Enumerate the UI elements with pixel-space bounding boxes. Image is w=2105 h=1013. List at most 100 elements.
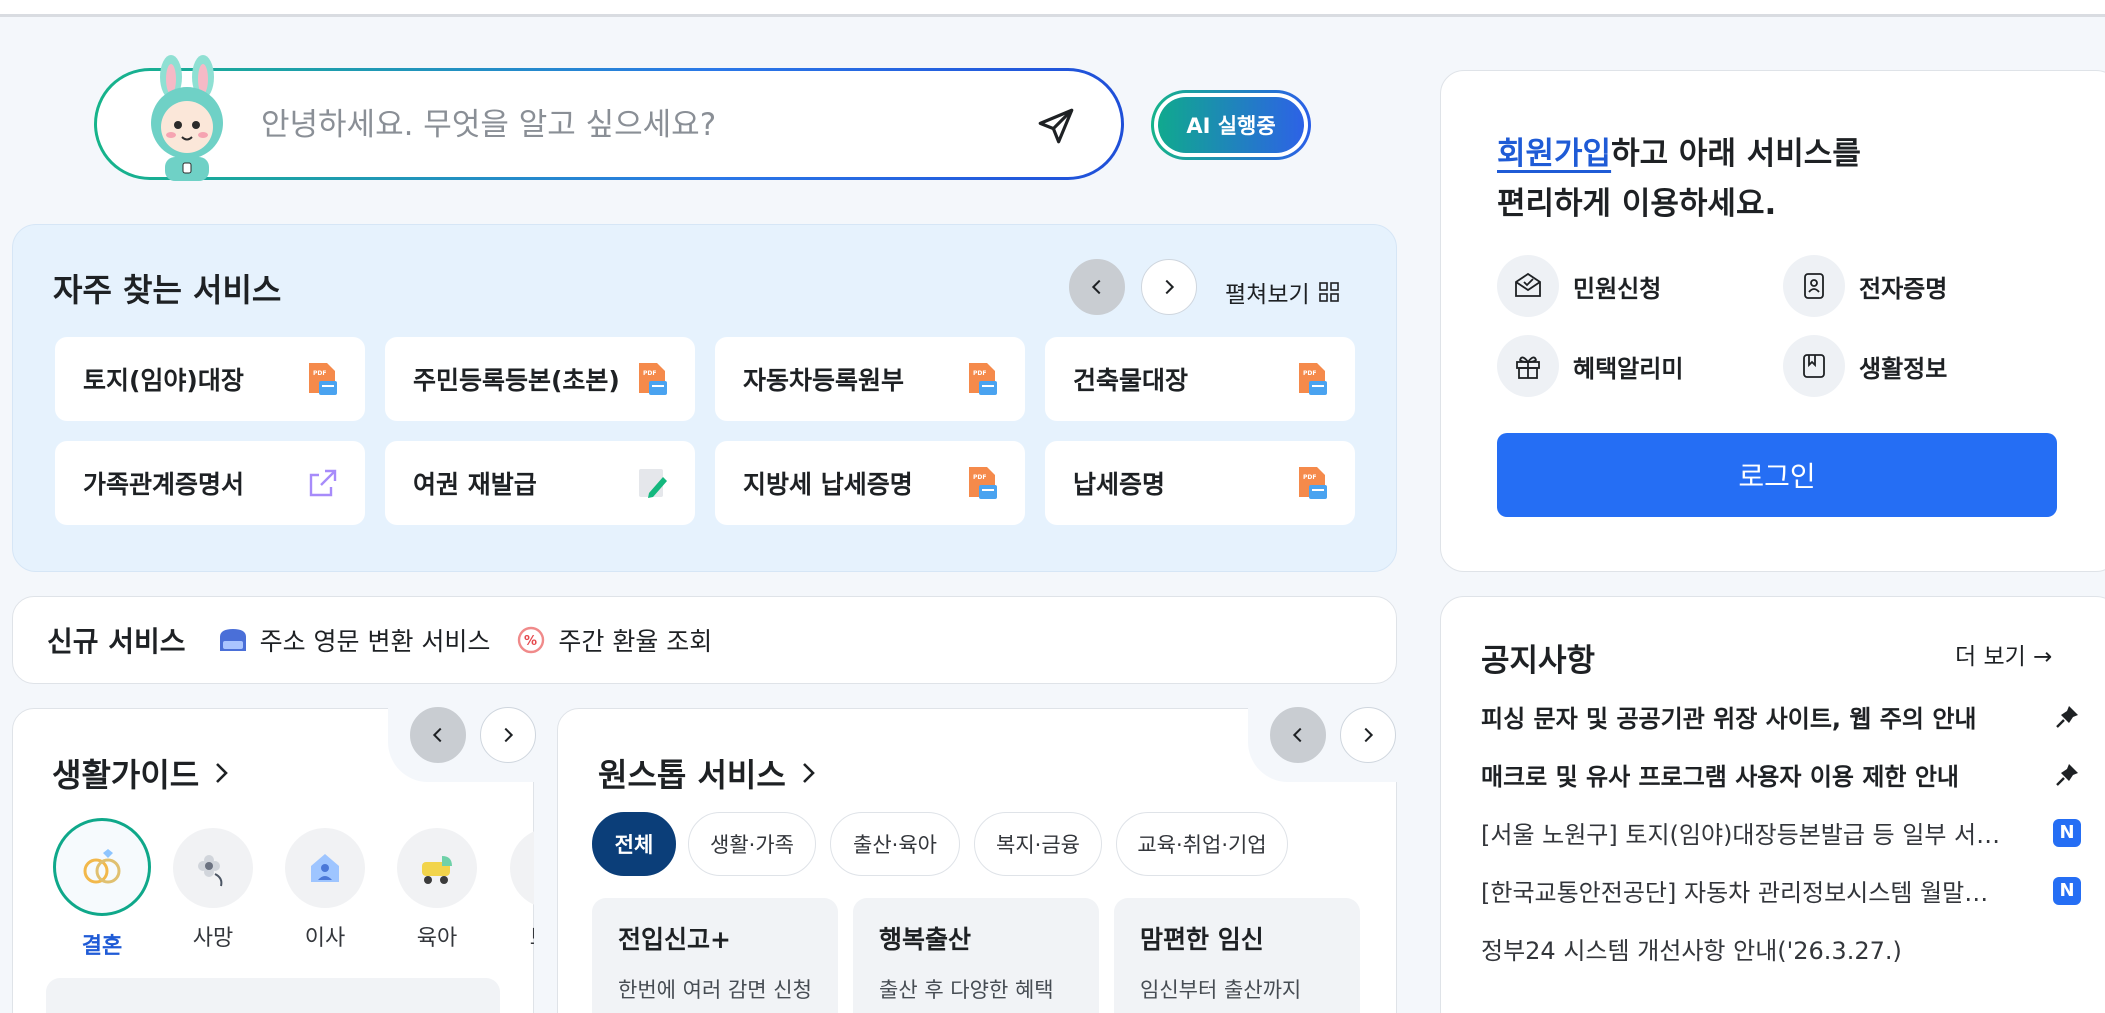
frequent-services-title: 자주 찾는 서비스	[53, 271, 282, 309]
service-card[interactable]: 지방세 납세증명 PDF	[715, 441, 1025, 525]
quick-life-info[interactable]: 생활정보	[1783, 335, 1947, 397]
stroller-icon	[422, 856, 452, 884]
quick-label: 전자증명	[1859, 274, 1948, 303]
house-icon	[311, 854, 339, 882]
new-service-item[interactable]: 주소 영문 변환 서비스	[216, 622, 490, 658]
one-stop-next-button[interactable]	[1340, 707, 1396, 763]
service-label: 자동차등록원부	[743, 366, 905, 395]
category-clip: 보건	[500, 828, 534, 948]
chip-welfare-finance[interactable]: 복지·금융	[974, 812, 1102, 876]
category-childcare[interactable]: 육아	[387, 828, 487, 952]
service-card[interactable]: 여권 재발급	[385, 441, 695, 525]
new-badge: N	[2053, 876, 2081, 905]
pin-icon	[2056, 705, 2078, 728]
service-card[interactable]: 가족관계증명서	[55, 441, 365, 525]
pdf-icon: PDF	[309, 363, 337, 395]
quick-label: 혜택알리미	[1573, 354, 1684, 383]
new-badge: N	[2053, 818, 2081, 847]
chip-life-family[interactable]: 생활·가족	[688, 812, 816, 876]
membership-message: 회원가입하고 아래 서비스를 편리하게 이용하세요.	[1497, 129, 1861, 229]
mail-check-icon	[1515, 272, 1541, 297]
notice-item[interactable]: 정부24 시스템 개선사항 안내('26.3.27.)	[1481, 931, 2081, 966]
category-death[interactable]: 사망	[163, 828, 263, 952]
send-icon[interactable]	[1035, 105, 1077, 147]
search-input[interactable]	[261, 97, 1001, 153]
chip-education-job[interactable]: 교육·취업·기업	[1116, 812, 1288, 876]
quick-benefit-alert[interactable]: 혜택알리미	[1497, 335, 1683, 397]
notice-item[interactable]: 매크로 및 유사 프로그램 사용자 이용 제한 안내	[1481, 757, 2081, 792]
one-stop-prev-button[interactable]	[1270, 707, 1326, 763]
search-box	[94, 55, 1124, 181]
login-button[interactable]: 로그인	[1497, 433, 2057, 517]
next-button[interactable]	[1141, 259, 1197, 315]
service-card[interactable]: 납세증명 PDF	[1045, 441, 1355, 525]
svg-text:PDF: PDF	[1303, 370, 1316, 377]
ai-running-button[interactable]: AI 실행중	[1151, 90, 1311, 160]
edit-document-icon	[639, 469, 667, 498]
prev-button[interactable]	[1069, 259, 1125, 315]
flower-icon	[198, 855, 223, 887]
svg-text:PDF: PDF	[313, 370, 326, 377]
category-label: 보건	[500, 920, 534, 948]
service-card[interactable]: 주민등록등본(초본) PDF	[385, 337, 695, 421]
new-service-label: 주간 환율 조회	[558, 627, 713, 656]
chip-birth-childcare[interactable]: 출산·육아	[830, 812, 960, 876]
one-stop-card[interactable]: 맘편한 임신 임신부터 출산까지	[1114, 898, 1360, 1013]
svg-text:PDF: PDF	[1303, 474, 1316, 481]
pdf-icon: PDF	[1299, 363, 1327, 395]
notice-text: [서울 노원구] 토지(임야)대장등본발급 등 일부 서…	[1481, 821, 2001, 849]
external-link-icon	[309, 469, 337, 497]
category-health[interactable]: 보건	[500, 828, 534, 948]
notice-item[interactable]: [한국교통안전공단] 자동차 관리정보시스템 월말… N	[1481, 873, 2081, 908]
quick-circle	[1497, 335, 1559, 397]
pdf-icon: PDF	[969, 467, 997, 499]
chip-all[interactable]: 전체	[592, 812, 676, 876]
life-guide-title[interactable]: 생활가이드	[52, 750, 233, 796]
quick-civil-petition[interactable]: 민원신청	[1497, 255, 1661, 317]
service-label: 주민등록등본(초본)	[413, 366, 620, 395]
top-divider	[0, 14, 2105, 17]
notice-text: 매크로 및 유사 프로그램 사용자 이용 제한 안내	[1481, 763, 1960, 791]
notice-item[interactable]: [서울 노원구] 토지(임야)대장등본발급 등 일부 서… N	[1481, 815, 2081, 850]
service-card[interactable]: 자동차등록원부 PDF	[715, 337, 1025, 421]
signup-link[interactable]: 회원가입	[1497, 136, 1611, 172]
mailbox-icon	[219, 629, 246, 651]
quick-label: 생활정보	[1859, 354, 1948, 383]
membership-line2: 편리하게 이용하세요.	[1497, 186, 1777, 222]
one-stop-title[interactable]: 원스톱 서비스	[598, 750, 820, 796]
ai-button-label: AI 실행중	[1158, 97, 1304, 153]
frequent-services-panel: 자주 찾는 서비스 펼쳐보기 토지(임야)대장 PDF 주민등록등본(초본) P…	[12, 224, 1397, 572]
new-service-item[interactable]: % 주간 환율 조회	[514, 622, 712, 658]
more-link[interactable]: 더 보기 →	[1955, 637, 2052, 671]
ai-button-ring: AI 실행중	[1154, 93, 1308, 157]
category-marriage[interactable]: 결혼	[52, 818, 152, 960]
category-circle	[397, 828, 477, 908]
pin-icon	[2056, 763, 2078, 786]
one-stop-card-title: 맘편한 임신	[1140, 925, 1264, 954]
notice-panel: 공지사항 더 보기 → 피싱 문자 및 공공기관 위장 사이트, 웹 주의 안내…	[1440, 596, 2105, 1013]
service-label: 건축물대장	[1073, 366, 1189, 395]
one-stop-card-desc: 출산 후 다양한 혜택	[879, 978, 1054, 1002]
new-services-title: 신규 서비스	[47, 625, 186, 658]
one-stop-card[interactable]: 행복출산 출산 후 다양한 혜택	[853, 898, 1099, 1013]
life-guide-prev-button[interactable]	[410, 707, 466, 763]
top-bar	[0, 0, 2105, 14]
svg-text:PDF: PDF	[643, 370, 656, 377]
service-card[interactable]: 토지(임야)대장 PDF	[55, 337, 365, 421]
category-circle	[510, 828, 534, 908]
quick-e-certificate[interactable]: 전자증명	[1783, 255, 1947, 317]
grid-icon	[1318, 282, 1339, 302]
chevron-right-icon	[802, 763, 815, 783]
category-circle	[285, 828, 365, 908]
category-label: 사망	[192, 926, 234, 951]
membership-line1: 하고 아래 서비스를	[1611, 136, 1861, 172]
one-stop-card[interactable]: 전입신고+ 한번에 여러 감면 신청	[592, 898, 838, 1013]
pdf-icon: PDF	[969, 363, 997, 395]
category-moving[interactable]: 이사	[275, 828, 375, 952]
service-label: 여권 재발급	[413, 470, 537, 499]
expand-button[interactable]: 펼쳐보기	[1225, 275, 1340, 309]
life-guide-next-button[interactable]	[480, 707, 536, 763]
service-card[interactable]: 건축물대장 PDF	[1045, 337, 1355, 421]
id-card-icon	[1804, 273, 1824, 299]
notice-item[interactable]: 피싱 문자 및 공공기관 위장 사이트, 웹 주의 안내	[1481, 699, 2081, 734]
